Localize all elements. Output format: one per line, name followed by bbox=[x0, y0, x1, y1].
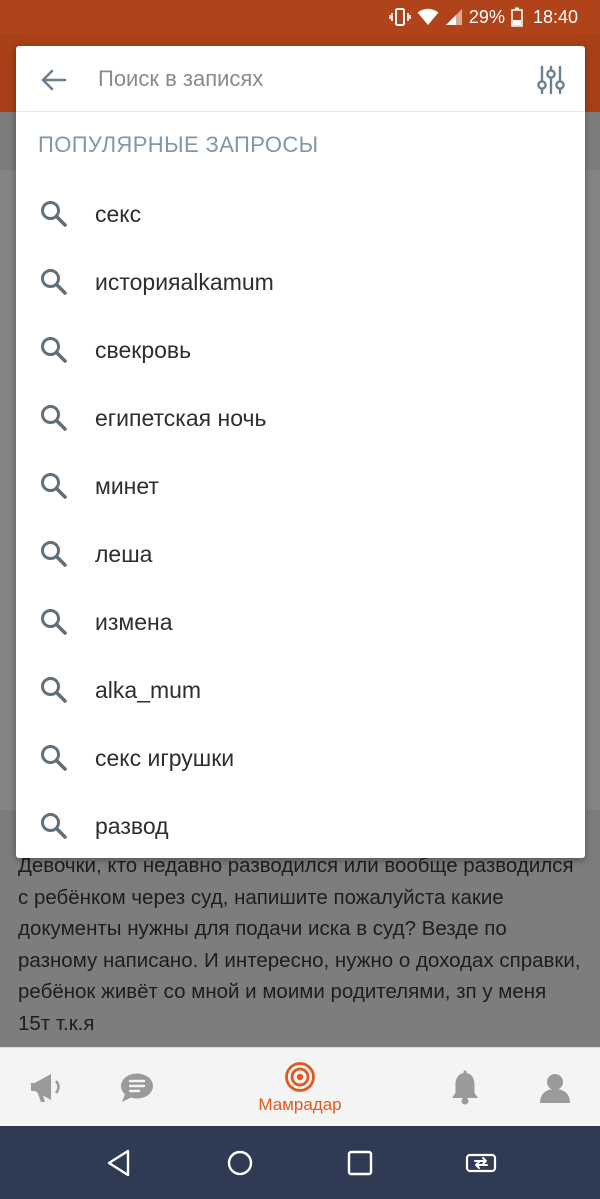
popular-query-text: секс игрушки bbox=[95, 744, 235, 771]
popular-query-text: развод bbox=[95, 812, 169, 839]
popular-query-text: alka_mum bbox=[95, 676, 202, 703]
popular-query-text: леша bbox=[95, 540, 153, 567]
search-icon bbox=[41, 813, 67, 839]
search-icon bbox=[41, 337, 67, 363]
search-icon bbox=[41, 405, 67, 431]
popular-query-item[interactable]: минет bbox=[16, 452, 585, 520]
search-bar bbox=[16, 46, 585, 112]
popular-query-text: минет bbox=[95, 472, 159, 499]
search-input[interactable] bbox=[98, 62, 498, 96]
search-icon bbox=[41, 609, 67, 635]
search-panel: ПОПУЛЯРНЫЕ ЗАПРОСЫ секс историяalkamum с… bbox=[16, 46, 585, 858]
popular-query-item[interactable]: свекровь bbox=[16, 316, 585, 384]
nav-item-chat[interactable] bbox=[112, 1048, 162, 1127]
search-icon bbox=[41, 473, 67, 499]
bell-icon bbox=[452, 1070, 478, 1104]
system-back-button[interactable] bbox=[104, 1148, 134, 1178]
battery-icon bbox=[511, 7, 523, 27]
nav-item-announcements[interactable] bbox=[22, 1048, 72, 1127]
search-icon bbox=[41, 201, 67, 227]
popular-query-text: измена bbox=[95, 608, 173, 635]
popular-query-item[interactable]: развод bbox=[16, 792, 585, 860]
system-nav-bar bbox=[0, 1126, 600, 1199]
app-switch-icon bbox=[465, 1153, 497, 1173]
search-icon bbox=[41, 677, 67, 703]
section-title-popular: ПОПУЛЯРНЫЕ ЗАПРОСЫ bbox=[38, 132, 319, 157]
circle-home-icon bbox=[227, 1150, 253, 1176]
square-recents-icon bbox=[347, 1150, 373, 1176]
post-text: Девочки, кто недавно разводился или вооб… bbox=[18, 854, 581, 1035]
system-recents-button[interactable] bbox=[345, 1148, 375, 1178]
popular-query-item[interactable]: историяalkamum bbox=[16, 248, 585, 316]
popular-query-text: историяalkamum bbox=[95, 268, 274, 295]
sliders-icon bbox=[537, 65, 565, 95]
battery-percent: 29% bbox=[468, 6, 505, 27]
triangle-back-icon bbox=[107, 1149, 130, 1177]
vibrate-icon bbox=[389, 7, 411, 27]
nav-label-mamradar: Мамрадар bbox=[258, 1094, 342, 1114]
search-icon bbox=[41, 541, 67, 567]
status-bar: 29% 18:40 bbox=[0, 0, 600, 34]
arrow-left-icon bbox=[41, 69, 67, 91]
popular-query-text: свекровь bbox=[95, 336, 192, 363]
popular-query-text: египетская ночь bbox=[95, 404, 267, 431]
popular-query-item[interactable]: измена bbox=[16, 588, 585, 656]
search-icon bbox=[41, 269, 67, 295]
popular-query-item[interactable]: секс игрушки bbox=[16, 724, 585, 792]
popular-queries-list: секс историяalkamum свекровь египетская … bbox=[16, 180, 585, 860]
clock: 18:40 bbox=[532, 6, 578, 27]
search-icon bbox=[41, 745, 67, 771]
back-button[interactable] bbox=[38, 64, 70, 96]
wifi-icon bbox=[417, 8, 439, 26]
popular-query-item[interactable]: египетская ночь bbox=[16, 384, 585, 452]
system-switch-button[interactable] bbox=[465, 1148, 497, 1178]
popular-query-item[interactable]: леша bbox=[16, 520, 585, 588]
radar-icon bbox=[285, 1061, 315, 1092]
profile-icon bbox=[540, 1073, 570, 1103]
filter-button[interactable] bbox=[533, 62, 569, 98]
signal-icon bbox=[445, 8, 463, 26]
nav-item-mamradar[interactable]: Мамрадар bbox=[235, 1048, 365, 1127]
popular-query-text: секс bbox=[95, 200, 142, 227]
system-home-button[interactable] bbox=[225, 1148, 255, 1178]
megaphone-icon bbox=[31, 1073, 60, 1102]
popular-query-item[interactable]: секс bbox=[16, 180, 585, 248]
bottom-nav: Мамрадар bbox=[0, 1047, 600, 1126]
chat-icon bbox=[121, 1073, 153, 1102]
nav-item-profile[interactable] bbox=[530, 1048, 580, 1127]
popular-query-item[interactable]: alka_mum bbox=[16, 656, 585, 724]
nav-item-notifications[interactable] bbox=[440, 1048, 490, 1127]
